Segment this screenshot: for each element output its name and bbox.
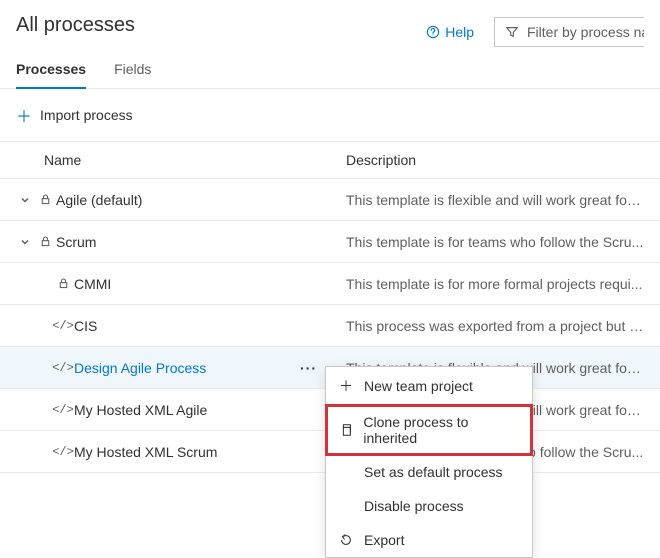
process-name: Agile (default) (56, 192, 142, 208)
ctx-new-team-project[interactable]: ＋ New team project (326, 367, 532, 405)
ctx-clone-to-inherited[interactable]: Clone process to inherited (326, 405, 532, 455)
context-menu: ＋ New team project Clone process to inhe… (325, 366, 533, 558)
tab-bar: Processes Fields (0, 47, 660, 89)
more-actions-button[interactable]: ··· (300, 360, 317, 376)
import-process-button[interactable]: ＋ Import process (16, 103, 133, 127)
table-row[interactable]: Scrum This template is for teams who foll… (0, 221, 660, 263)
col-header-name[interactable]: Name (16, 152, 346, 168)
table-row[interactable]: Agile (default) This template is flexible… (0, 179, 660, 221)
import-label: Import process (40, 107, 133, 123)
table-row[interactable]: CMMI This template is for more formal pro… (0, 263, 660, 305)
process-name: CIS (74, 318, 97, 334)
help-icon (426, 25, 440, 39)
code-icon: </> (52, 319, 74, 333)
process-name: CMMI (74, 276, 111, 292)
help-link[interactable]: Help (426, 24, 474, 40)
process-name: Scrum (56, 234, 96, 250)
process-name[interactable]: Design Agile Process (74, 360, 206, 376)
process-name: My Hosted XML Scrum (74, 444, 217, 460)
filter-placeholder: Filter by process name (527, 24, 644, 40)
filter-icon (505, 25, 519, 39)
chevron-down-icon[interactable] (16, 192, 34, 208)
code-icon: </> (52, 403, 74, 417)
table-header: Name Description (0, 141, 660, 179)
ctx-export[interactable]: Export (326, 523, 532, 557)
lock-icon (52, 277, 74, 290)
ctx-set-default[interactable]: Set as default process (326, 455, 532, 489)
process-description: This template is flexible and will work … (346, 192, 644, 208)
process-description: This template is for teams who follow th… (346, 234, 644, 250)
filter-input[interactable]: Filter by process name (494, 17, 644, 47)
plus-icon: ＋ (338, 376, 354, 396)
process-description: This template is for more formal project… (346, 276, 644, 292)
table-row[interactable]: </>CIS This process was exported from a p… (0, 305, 660, 347)
ctx-disable-process[interactable]: Disable process (326, 489, 532, 523)
lock-icon (34, 193, 56, 206)
tab-processes[interactable]: Processes (16, 61, 86, 89)
process-name: My Hosted XML Agile (74, 402, 207, 418)
chevron-down-icon[interactable] (16, 234, 34, 250)
clone-icon (338, 423, 353, 437)
code-icon: </> (52, 445, 74, 459)
process-description: This process was exported from a project… (346, 318, 644, 334)
plus-icon: ＋ (16, 103, 32, 127)
col-header-description[interactable]: Description (346, 152, 644, 168)
code-icon: </> (52, 361, 74, 375)
export-icon (338, 533, 354, 547)
tab-fields[interactable]: Fields (114, 61, 151, 88)
lock-icon (34, 235, 56, 248)
help-label: Help (445, 24, 474, 40)
